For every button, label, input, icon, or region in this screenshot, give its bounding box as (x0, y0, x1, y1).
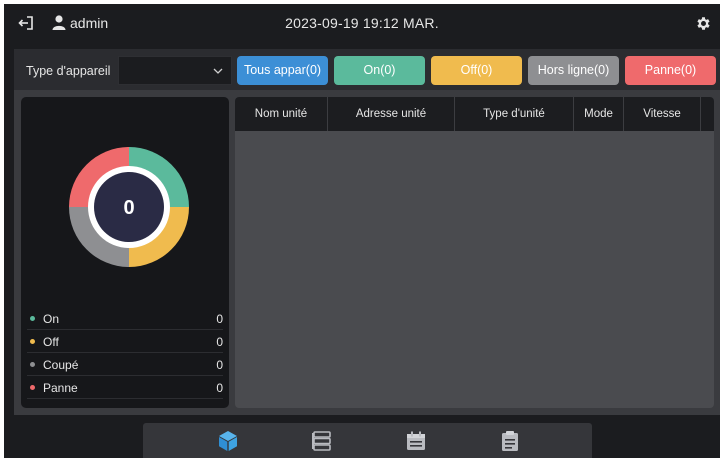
filter-all-button[interactable]: Tous appar(0) (237, 56, 328, 85)
cube-icon[interactable] (217, 430, 239, 452)
column-header-speed[interactable]: Vitesse (624, 97, 701, 131)
table-header: Nom unité Adresse unité Type d'unité Mod… (235, 97, 714, 131)
chevron-down-icon (213, 68, 223, 74)
username-label: admin (70, 15, 109, 31)
main-panel: 0 On 0 Off 0 Coupé 0 Panne 0 Nom unité A… (14, 90, 720, 415)
legend-label: On (43, 312, 60, 326)
legend-dot-icon (30, 385, 35, 390)
legend-item-off: Off 0 (27, 330, 223, 353)
clipboard-icon[interactable] (499, 430, 521, 452)
legend-value: 0 (216, 312, 223, 326)
donut-total: 0 (123, 197, 134, 219)
legend-item-fault: Panne 0 (27, 376, 223, 399)
legend-label: Coupé (43, 358, 79, 372)
legend-label: Panne (43, 381, 78, 395)
filter-fault-button[interactable]: Panne(0) (625, 56, 716, 85)
legend-value: 0 (216, 381, 223, 395)
legend-item-cut: Coupé 0 (27, 353, 223, 376)
legend-dot-icon (30, 339, 35, 344)
filter-offline-button[interactable]: Hors ligne(0) (528, 56, 619, 85)
list-stack-icon[interactable] (311, 430, 333, 452)
gear-icon[interactable] (695, 15, 712, 32)
legend-dot-icon (30, 316, 35, 321)
top-bar: admin 2023-09-19 19:12 MAR. (4, 4, 720, 42)
datetime-display: 2023-09-19 19:12 MAR. (285, 15, 439, 31)
user-icon (52, 15, 66, 30)
legend-value: 0 (216, 335, 223, 349)
device-type-select[interactable] (118, 56, 232, 85)
legend-dot-icon (30, 362, 35, 367)
column-header-mode[interactable]: Mode (574, 97, 624, 131)
column-header-name[interactable]: Nom unité (235, 97, 328, 131)
device-type-label: Type d'appareil (26, 64, 111, 78)
bottom-nav (143, 423, 592, 458)
filter-off-button[interactable]: Off(0) (431, 56, 522, 85)
status-donut-chart: 0 (69, 147, 189, 267)
column-header-type[interactable]: Type d'unité (455, 97, 574, 131)
filter-on-button[interactable]: On(0) (334, 56, 425, 85)
status-legend: On 0 Off 0 Coupé 0 Panne 0 (27, 307, 223, 399)
column-header-address[interactable]: Adresse unité (328, 97, 455, 131)
calendar-icon[interactable] (405, 430, 427, 452)
status-summary-panel: 0 On 0 Off 0 Coupé 0 Panne 0 (21, 97, 229, 408)
filter-bar: Type d'appareil Tous appar(0) On(0) Off(… (14, 49, 720, 91)
legend-value: 0 (216, 358, 223, 372)
logout-icon[interactable] (18, 15, 34, 31)
app-screen: admin 2023-09-19 19:12 MAR. Type d'appar… (4, 4, 720, 458)
legend-label: Off (43, 335, 59, 349)
legend-item-on: On 0 (27, 307, 223, 330)
device-table: Nom unité Adresse unité Type d'unité Mod… (235, 97, 714, 408)
